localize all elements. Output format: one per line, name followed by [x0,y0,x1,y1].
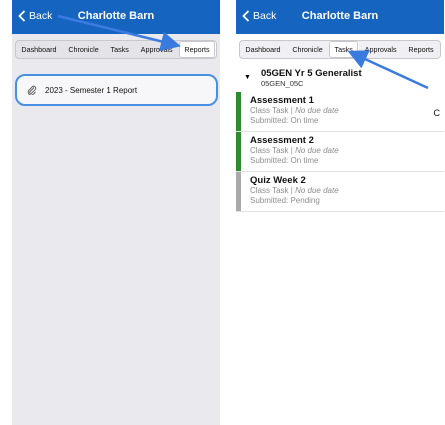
tab-reports[interactable]: Reports [179,41,216,58]
caret-down-icon: ▼ [244,74,251,81]
tab-approvals[interactable]: Approvals [359,41,403,58]
page-title: Charlotte Barn [77,10,155,22]
task-title: Quiz Week 2 [250,175,306,186]
task-row[interactable]: Assessment 1 Class Task | No due date Su… [236,92,444,132]
status-bar [236,132,241,171]
task-meta: Class Task | No due date [250,106,339,115]
report-item[interactable]: 2023 - Semester 1 Report [15,74,218,106]
page-title: Charlotte Barn [301,10,379,22]
class-group-header[interactable]: ▼ 05GEN Yr 5 Generalist 05GEN_05C [236,64,444,92]
tab-dashboard[interactable]: Dashboard [16,41,63,58]
tab-bar-wrap: Dashboard Chronicle Tasks Approvals Repo… [12,34,220,64]
segmented-tabs: Dashboard Chronicle Tasks Approvals Repo… [239,40,441,59]
task-submitted: Submitted: On time [250,116,319,125]
tab-tasks[interactable]: Tasks [329,41,360,58]
task-meta: Class Task | No due date [250,146,339,155]
task-title: Assessment 1 [250,95,314,106]
left-screen: Back Charlotte Barn Dashboard Chronicle … [12,0,220,425]
status-bar [236,172,241,211]
group-title: 05GEN Yr 5 Generalist [260,68,362,79]
task-submitted: Submitted: Pending [250,196,320,205]
tab-bar-wrap: Dashboard Chronicle Tasks Approvals Repo… [236,34,444,64]
tab-reports[interactable]: Reports [403,41,440,58]
paperclip-icon [27,85,37,95]
task-title: Assessment 2 [250,135,314,146]
right-screen: Back Charlotte Barn Dashboard Chronicle … [236,0,444,425]
task-grade: C [433,108,441,118]
task-row[interactable]: Quiz Week 2 Class Task | No due date Sub… [236,172,444,212]
task-meta: Class Task | No due date [250,186,339,195]
nav-bar: Back Charlotte Barn [236,0,444,34]
segmented-tabs: Dashboard Chronicle Tasks Approvals Repo… [15,40,217,59]
status-bar [236,92,241,131]
tab-chronicle[interactable]: Chronicle [63,41,105,58]
tab-tasks[interactable]: Tasks [105,41,135,58]
group-subtitle: 05GEN_05C [260,79,304,88]
tab-approvals[interactable]: Approvals [135,41,179,58]
tab-dashboard[interactable]: Dashboard [240,41,287,58]
report-label: 2023 - Semester 1 Report [45,85,138,95]
tab-chronicle[interactable]: Chronicle [287,41,329,58]
task-submitted: Submitted: On time [250,156,319,165]
nav-bar: Back Charlotte Barn [12,0,220,34]
task-row[interactable]: Assessment 2 Class Task | No due date Su… [236,132,444,172]
